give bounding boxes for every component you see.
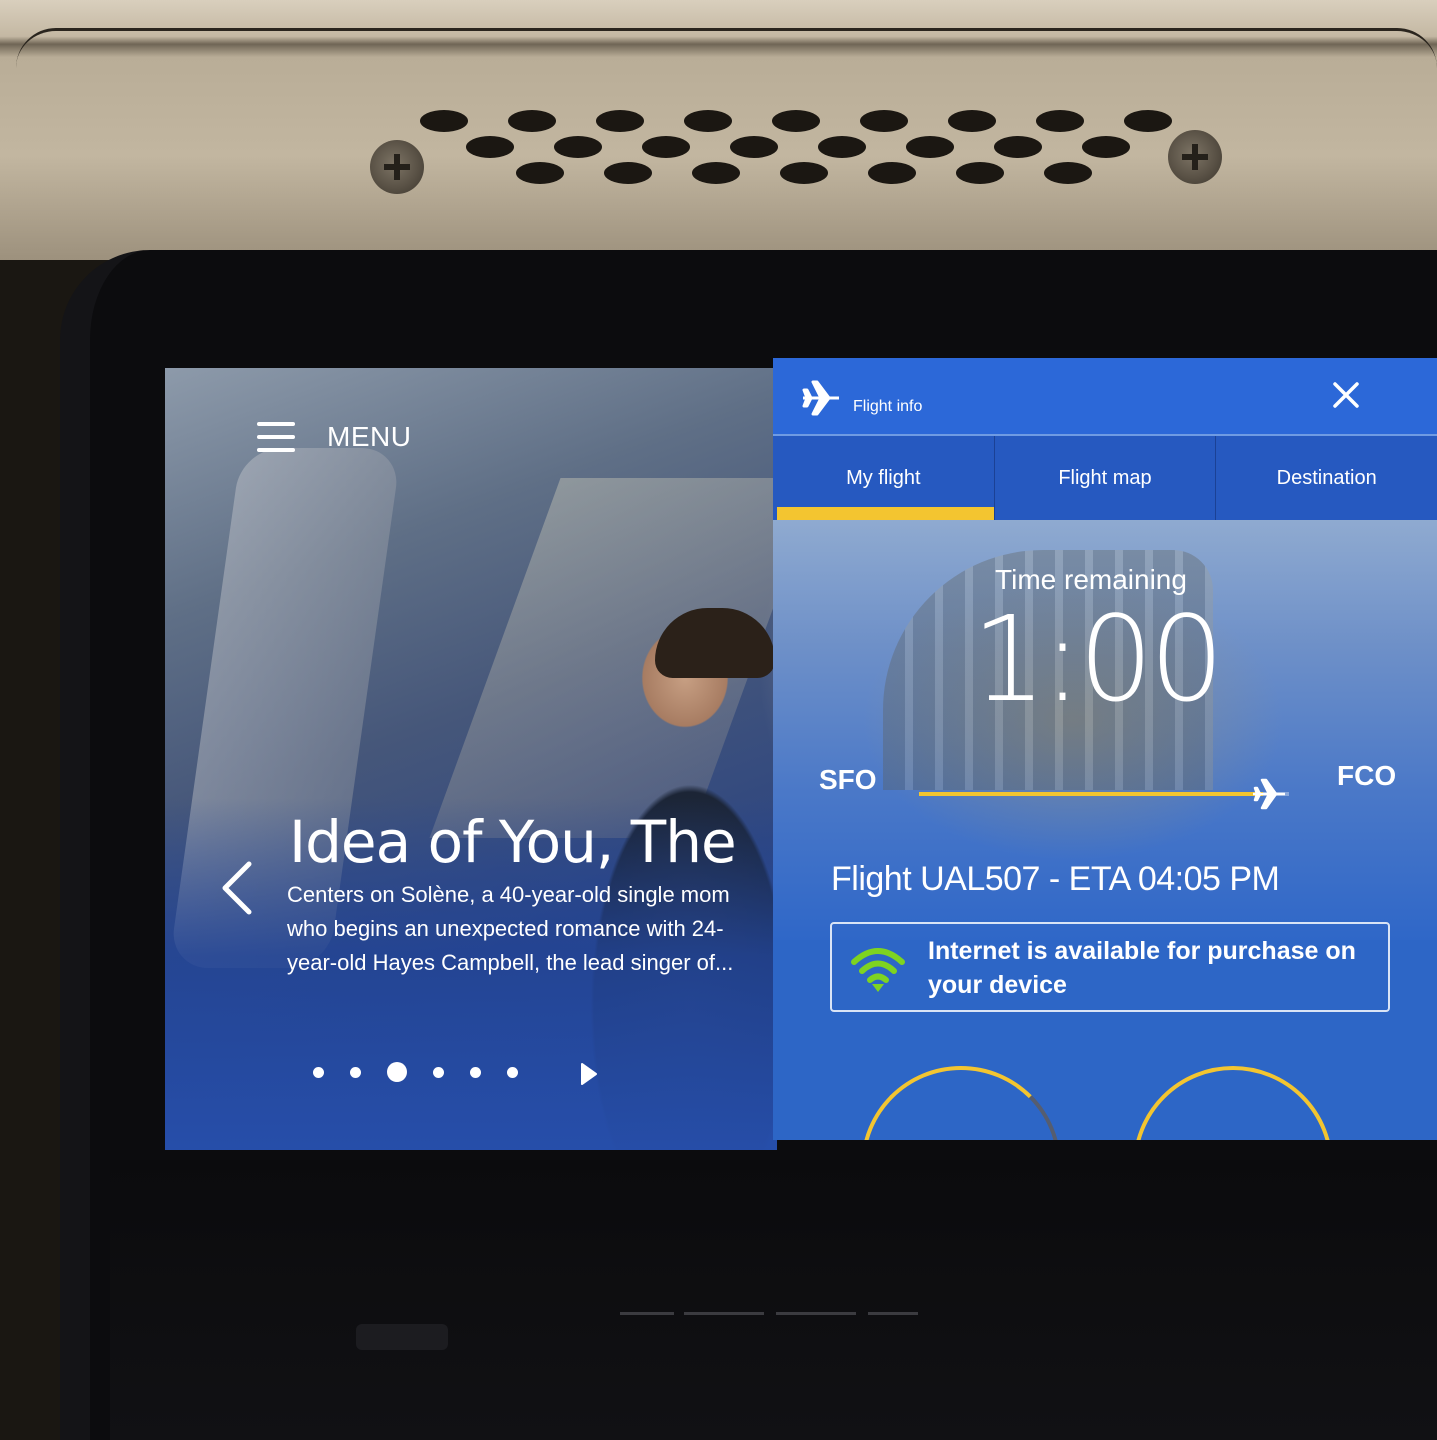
vent-slot: [420, 110, 468, 132]
vent-slot: [466, 136, 514, 158]
carousel-dots: [313, 1062, 518, 1082]
vent-slot: [948, 110, 996, 132]
route-progress-bar: [919, 778, 1289, 810]
screw-left: [370, 140, 424, 194]
vent-slot: [692, 162, 740, 184]
vent-slot: [860, 110, 908, 132]
destination-code: FCO: [1337, 760, 1397, 791]
vent-slot: [906, 136, 954, 158]
carousel-dot[interactable]: [387, 1062, 407, 1082]
flight-info-title: Flight info: [853, 398, 923, 415]
carousel-dot[interactable]: [433, 1066, 444, 1078]
vent-slot: [516, 162, 564, 184]
bezel-ridge: [776, 1312, 856, 1315]
play-triangle-icon[interactable]: [580, 1062, 598, 1086]
internet-purchase-banner[interactable]: Internet is available for purchase on yo…: [830, 922, 1390, 1012]
bezel-ridge: [684, 1312, 764, 1315]
vent-slot: [772, 110, 820, 132]
menu-button[interactable]: MENU: [257, 420, 411, 454]
screw-right: [1168, 130, 1222, 184]
tab-my-flight[interactable]: My flight: [773, 436, 995, 520]
tab-flight-map[interactable]: Flight map: [995, 436, 1217, 520]
hamburger-icon: [257, 420, 295, 454]
movie-title[interactable]: Idea of You, The: [289, 808, 737, 876]
carousel-dot[interactable]: [350, 1066, 361, 1078]
vent-slot: [1082, 136, 1130, 158]
internet-purchase-text: Internet is available for purchase on yo…: [928, 937, 1356, 999]
vent-slot: [1044, 162, 1092, 184]
flight-info-header: Flight info: [773, 358, 1437, 436]
vent-slot: [604, 162, 652, 184]
bezel-lower: [110, 1160, 1437, 1440]
bezel-ridge: [868, 1312, 918, 1315]
vent-slot: [508, 110, 556, 132]
vent-slot: [730, 136, 778, 158]
vent-slot: [1124, 110, 1172, 132]
origin-code: SFO: [819, 764, 877, 795]
carousel-dot[interactable]: [313, 1066, 324, 1078]
featured-movie-panel[interactable]: MENU Idea of You, The Centers on Solène,…: [165, 368, 777, 1150]
vent-slot: [780, 162, 828, 184]
vent-slot: [1036, 110, 1084, 132]
vent-slot: [818, 136, 866, 158]
bezel-ridge: [620, 1312, 674, 1315]
chevron-left-icon[interactable]: [215, 858, 259, 918]
flight-info-panel: Flight info My flight Flight map Destina…: [773, 358, 1437, 1140]
movie-description: Centers on Solène, a 40-year-old single …: [287, 882, 734, 975]
flight-info-tabs: My flight Flight map Destination: [773, 436, 1437, 520]
menu-label: MENU: [327, 421, 412, 452]
vent-slot: [956, 162, 1004, 184]
vent-slot: [868, 162, 916, 184]
tab-destination[interactable]: Destination: [1216, 436, 1437, 520]
vent-slot: [554, 136, 602, 158]
route-progress-fill: [919, 792, 1264, 796]
wifi-icon: [851, 948, 905, 992]
airplane-icon: [1253, 778, 1286, 810]
carousel-dot[interactable]: [507, 1066, 518, 1078]
gauge-arc: [1133, 1066, 1333, 1140]
seatback-edge: [16, 28, 1437, 68]
vent-slot: [994, 136, 1042, 158]
gauge-arc: [861, 1066, 1061, 1140]
usb-port[interactable]: [356, 1324, 448, 1350]
vent-slot: [642, 136, 690, 158]
vent-slot: [596, 110, 644, 132]
vent-slot: [684, 110, 732, 132]
time-remaining-value: 1:00: [971, 590, 1225, 728]
flight-number-eta: Flight UAL507 - ETA 04:05 PM: [831, 860, 1280, 898]
carousel-dot[interactable]: [470, 1066, 481, 1078]
airplane-icon: [802, 380, 839, 416]
close-icon[interactable]: [1331, 380, 1361, 410]
